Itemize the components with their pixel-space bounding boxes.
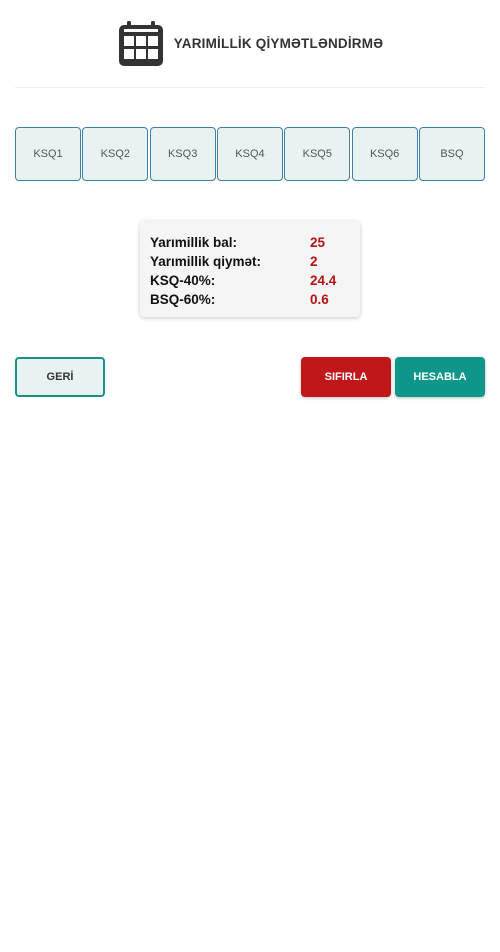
- tab-bsq[interactable]: BSQ: [418, 127, 485, 181]
- result-row-bsq-60: BSQ-60%: 0.6: [150, 290, 350, 309]
- tab-ksq6[interactable]: KSQ6: [351, 127, 418, 181]
- result-row-semester-score: Yarımillik bal: 25: [150, 233, 350, 252]
- tab-ksq5[interactable]: KSQ5: [284, 127, 351, 181]
- result-value: 2: [310, 254, 318, 269]
- result-label: KSQ-40%:: [150, 273, 216, 288]
- tab-ksq1[interactable]: KSQ1: [15, 127, 81, 181]
- assessment-tabs: KSQ1 KSQ2 KSQ3 KSQ4 KSQ5 KSQ6 BSQ: [15, 127, 485, 181]
- result-label: BSQ-60%:: [150, 292, 216, 307]
- result-label: Yarımillik qiymət:: [150, 254, 262, 269]
- result-value: 0.6: [310, 292, 329, 307]
- tab-ksq2[interactable]: KSQ2: [82, 127, 149, 181]
- app-header: YARIMİLLİK QİYMƏTLƏNDİRMƏ: [15, 0, 485, 88]
- tab-ksq4[interactable]: KSQ4: [216, 127, 283, 181]
- result-row-ksq-40: KSQ-40%: 24.4: [150, 271, 350, 290]
- reset-button[interactable]: SIFIRLA: [301, 357, 391, 397]
- calculate-button[interactable]: HESABLA: [395, 357, 485, 397]
- result-row-semester-grade: Yarımillik qiymət: 2: [150, 252, 350, 271]
- page-title: YARIMİLLİK QİYMƏTLƏNDİRMƏ: [173, 36, 384, 51]
- result-value: 25: [310, 235, 326, 250]
- tab-ksq3[interactable]: KSQ3: [149, 127, 216, 181]
- result-panel: Yarımillik bal: 25 Yarımillik qiymət: 2 …: [140, 221, 360, 317]
- back-button[interactable]: GERİ: [15, 357, 105, 397]
- result-label: Yarımillik bal:: [150, 235, 238, 250]
- calendar-icon: [117, 20, 165, 68]
- result-value: 24.4: [310, 273, 337, 288]
